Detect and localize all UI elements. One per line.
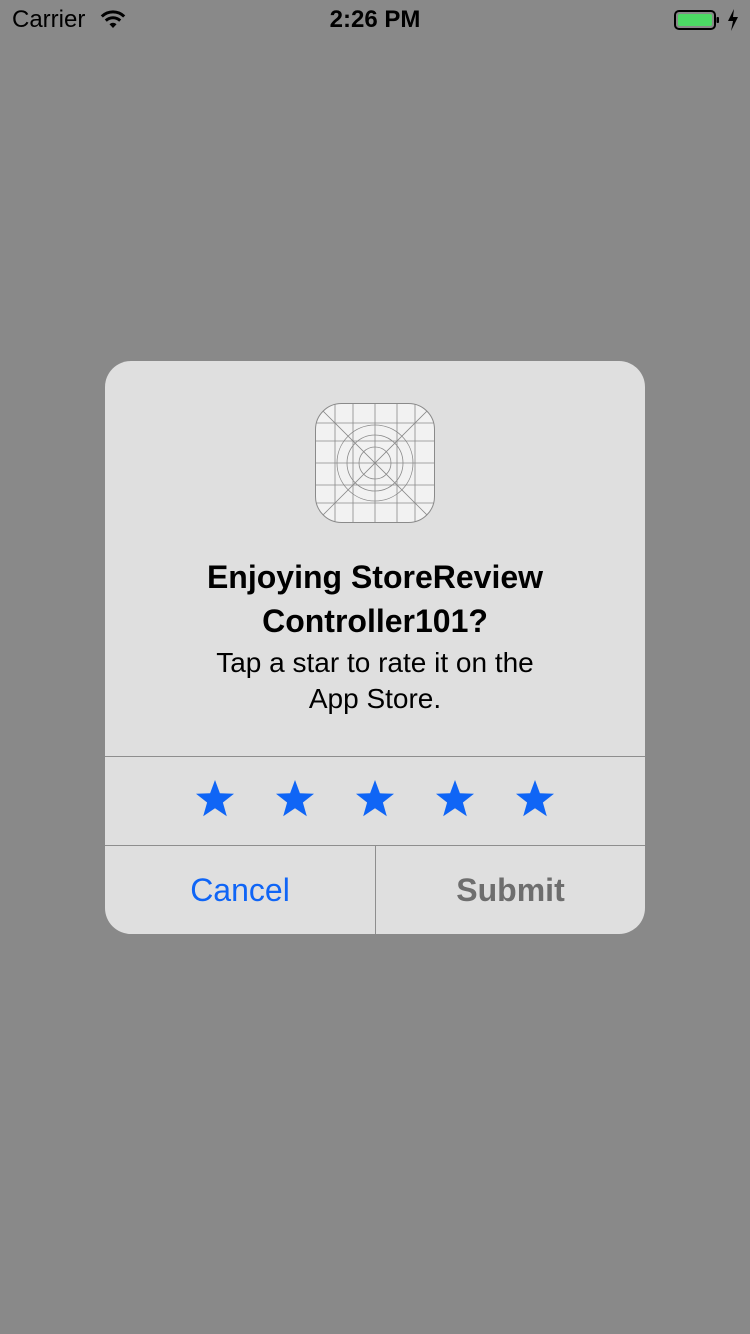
battery-icon [674,10,719,30]
star-1-icon[interactable] [194,779,236,821]
status-bar: Carrier 2:26 PM [0,0,750,40]
alert-title-line-1: Enjoying StoreReview [206,559,544,595]
star-rating [105,757,645,845]
rating-alert: Enjoying StoreReview Controller101? Tap … [105,361,645,934]
alert-title-line-2: Controller101? [262,603,488,639]
charging-bolt-icon [728,9,738,31]
submit-button[interactable]: Submit [376,846,645,934]
star-3-icon[interactable] [354,779,396,821]
alert-message-line-1: Tap a star to rate it on the [216,647,534,678]
status-time: 2:26 PM [329,6,421,33]
cancel-button[interactable]: Cancel [105,846,375,934]
app-icon-template [315,403,435,523]
alert-buttons: Cancel Submit [105,846,645,934]
star-4-icon[interactable] [434,779,476,821]
alert-title: Enjoying StoreReview Controller101? [145,555,605,643]
alert-message: Tap a star to rate it on the App Store. [145,645,605,717]
star-2-icon[interactable] [274,779,316,821]
alert-message-line-2: App Store. [308,683,442,714]
star-5-icon[interactable] [514,779,556,821]
